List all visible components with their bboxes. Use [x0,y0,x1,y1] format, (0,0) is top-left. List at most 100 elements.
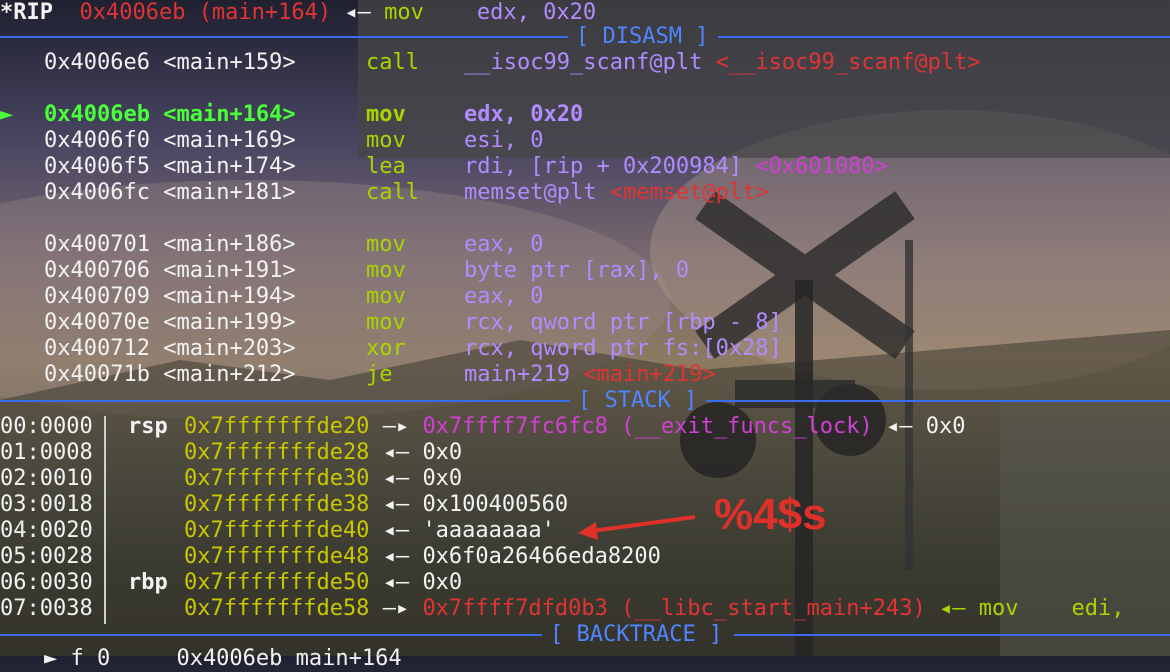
disasm-separator: [ DISASM ] [0,24,1170,50]
stack-value: 0x0 [422,466,463,491]
instr-operands: byte ptr [rax], 0 [464,258,690,283]
stack-separator: [ STACK ] [0,388,1170,414]
stack-tail: ◂— mov edi, [939,596,1125,621]
stack-offset: 07:0038 [0,596,93,621]
stack-offset: 02:0010 [0,466,93,491]
disasm-row: 0x40070e <main+199> mov rcx, qword ptr [rb… [0,310,782,336]
instr-symbol: <main+203> [163,336,296,361]
stack-value: 0x0 [422,440,463,465]
instr-symbol: <main+194> [163,284,296,309]
stack-offset: 04:0020 [0,518,93,543]
stack-value: 0x0 [422,570,463,595]
instr-operands: eax, 0 [464,232,544,257]
stack-arrow: ◂— [382,518,410,543]
instr-address: 0x40070e [44,310,150,335]
stack-arrow: ◂— [382,544,410,569]
backtrace-line: ► f 0 0x4006eb main+164 [44,646,402,671]
disasm-row: 0x400709 <main+194> mov eax, 0 [0,284,543,310]
disasm-row: 0x40071b <main+212> je main+219 <main+219> [0,362,716,388]
stack-offset: 01:0008 [0,440,93,465]
stack-value: 0x6f0a26466eda8200 [422,544,661,569]
disasm-row: 0x4006fc <main+181> call memset@plt <memse… [0,180,769,206]
instr-address: 0x400701 [44,232,150,257]
disasm-row: 0x4006f0 <main+169> mov esi, 0 [0,128,543,154]
stack-offset: 03:0018 [0,492,93,517]
stack-address: 0x7fffffffde58 [184,596,370,621]
instr-operands: rcx, qword ptr fs:[0x28] [464,336,782,361]
rip-register-line: *RIP 0x4006eb (main+164) ◂— mov edx, 0x2… [0,0,596,26]
stack-address: 0x7fffffffde28 [184,440,370,465]
instr-symbol: <main+199> [163,310,296,335]
stack-offset: 05:0028 [0,544,93,569]
instr-mnemonic: mov [366,284,406,309]
instr-operands: eax, 0 [464,284,544,309]
stack-arrow: ◂— [382,466,410,491]
stack-offset: 06:0030 [0,570,93,595]
stack-arrow: ◂— [382,492,410,517]
stack-address: 0x7fffffffde40 [184,518,370,543]
instr-mnemonic: mov [366,310,406,335]
instr-comment: <main+219> [583,362,716,387]
instr-operands: rcx, qword ptr [rbp - 8] [464,310,782,335]
stack-arrow: —▸ [382,596,410,621]
instr-address: 0x400709 [44,284,150,309]
instr-address: 0x40071b [44,362,150,387]
instr-address: 0x4006f5 [44,154,150,179]
stack-arrow: ◂— [382,570,410,595]
stack-arrow: ◂— [382,440,410,465]
instr-mnemonic: mov [366,258,406,283]
disasm-row: 0x400712 <main+203> xor rcx, qword ptr fs:… [0,336,782,362]
instr-symbol: <main+212> [163,362,296,387]
stack-address: 0x7fffffffde30 [184,466,370,491]
stack-register: rbp [128,570,168,595]
instr-address: 0x400712 [44,336,150,361]
current-instruction-marker: ► [0,102,14,127]
instr-symbol: <main+174> [163,154,296,179]
stack-address: 0x7fffffffde20 [184,414,370,439]
stack-value: 0x7ffff7fc6fc8 (__exit_funcs_lock) [422,414,873,439]
instr-operands: esi, 0 [464,128,544,153]
stack-value: 0x100400560 [422,492,569,517]
disasm-title: [ DISASM ] [576,24,709,49]
instr-comment: <0x601080> [755,154,888,179]
instr-mnemonic: mov [366,102,406,127]
instr-symbol: <main+169> [163,128,296,153]
instr-mnemonic: mov [366,128,406,153]
instr-symbol: <main+181> [163,180,296,205]
rip-instr: mov [384,0,424,25]
instr-mnemonic: lea [366,154,406,179]
instr-operands: main+219 [464,362,570,387]
instr-comment: <__isoc99_scanf@plt> [715,50,981,75]
disasm-row: 0x400706 <main+191> mov byte ptr [rax], 0 [0,258,689,284]
disasm-row: 0x400701 <main+186> mov eax, 0 [0,232,543,258]
stack-value: 'aaaaaaaa' [422,518,555,543]
rip-prefix: *RIP [0,0,53,25]
instr-symbol: <main+191> [163,258,296,283]
stack-address: 0x7fffffffde38 [184,492,370,517]
backtrace-title: [ BACKTRACE ] [550,622,723,647]
instr-comment: <memset@plt> [609,180,769,205]
instr-operands: edx, 0x20 [464,102,584,127]
instr-mnemonic: call [366,50,419,75]
disasm-row: ► 0x4006eb <main+164> mov edx, 0x20 [0,102,583,128]
instr-operands: __isoc99_scanf@plt [464,50,703,75]
instr-address: 0x4006eb [44,102,150,127]
rip-operands: edx, 0x20 [476,0,597,25]
instr-mnemonic: xor [366,336,406,361]
stack-arrow: —▸ [382,414,410,439]
stack-tail: ◂— 0x0 [886,414,966,439]
rip-arrow: ◂— [344,0,371,25]
disasm-row: 0x4006e6 <main+159> call __isoc99_scanf@pl… [0,50,981,76]
instr-address: 0x400706 [44,258,150,283]
instr-mnemonic: je [366,362,393,387]
stack-offset: 00:0000 [0,414,93,439]
stack-title: [ STACK ] [578,388,698,413]
instr-address: 0x4006f0 [44,128,150,153]
instr-operands: rdi, [rip + 0x200984] [464,154,743,179]
instr-address: 0x4006e6 [44,50,150,75]
backtrace-separator: [ BACKTRACE ] [0,622,1170,648]
stack-address: 0x7fffffffde50 [184,570,370,595]
instr-mnemonic: call [366,180,419,205]
rip-address: 0x4006eb (main+164) [79,0,332,25]
stack-address: 0x7fffffffde48 [184,544,370,569]
